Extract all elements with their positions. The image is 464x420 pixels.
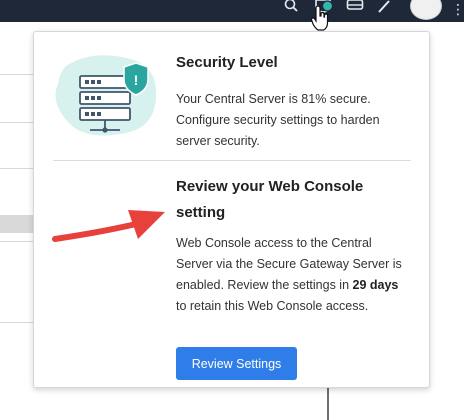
search-icon[interactable] — [284, 0, 300, 16]
web-console-review-title: Review your Web Console setting — [176, 178, 364, 221]
car-icon[interactable] — [346, 0, 364, 16]
hand-cursor-icon — [311, 6, 329, 31]
web-console-review-description: Web Console access to the Central Server… — [176, 233, 411, 317]
pen-icon[interactable] — [378, 0, 392, 16]
top-navigation-bar: ⋮ — [0, 0, 464, 22]
days-remaining: 29 days — [352, 278, 399, 292]
security-level-description: Your Central Server is 81% secure. Confi… — [176, 92, 380, 148]
security-level-title: Security Level — [176, 54, 278, 71]
background-row-highlight — [0, 215, 36, 233]
avatar[interactable] — [410, 0, 442, 20]
svg-text:!: ! — [134, 72, 139, 88]
review-text-suffix: to retain this Web Console access. — [176, 299, 369, 313]
section-divider — [53, 160, 411, 161]
background-scrollbar — [327, 386, 329, 420]
server-security-illustration: ! — [55, 55, 157, 136]
annotation-arrow-icon — [52, 210, 165, 242]
review-settings-button[interactable]: Review Settings — [176, 347, 297, 380]
more-icon[interactable]: ⋮ — [451, 1, 464, 18]
